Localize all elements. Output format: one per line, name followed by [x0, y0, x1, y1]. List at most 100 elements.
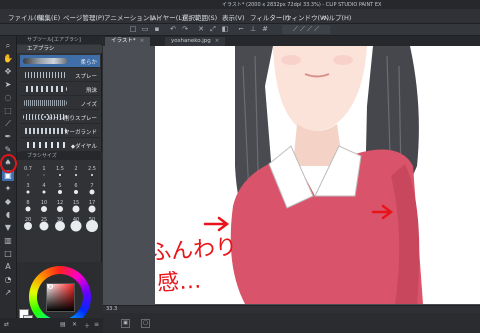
fill-bucket-icon[interactable]: ▼ [2, 222, 14, 233]
size-cell[interactable]: 8 [20, 200, 36, 217]
text-icon[interactable]: A [2, 261, 14, 272]
brush-item-tone-spray[interactable]: トーン削りスプレー [20, 111, 100, 124]
brush-name: トーン削りスプレー [47, 116, 97, 122]
size-cell[interactable]: 10 [36, 200, 52, 217]
size-cell[interactable]: 1 [36, 166, 52, 183]
size-cell[interactable]: 25 [36, 217, 52, 234]
size-cell[interactable]: 6 [68, 183, 84, 200]
clear-icon[interactable]: ✕ [196, 25, 206, 34]
size-dot [39, 221, 49, 231]
menu-edit[interactable]: 編集(E) [38, 12, 60, 22]
size-cell[interactable]: 1.5 [52, 166, 68, 183]
brush-item-soft[interactable]: 柔らか [20, 55, 100, 68]
menu-page[interactable]: ページ管理(P) [63, 12, 104, 22]
brush-name: 柔らか [80, 60, 97, 66]
open-icon[interactable]: ▭ [140, 25, 150, 34]
title-bar: イラスト* (2000 x 2832px 72dpi 33.3%) - CLIP… [0, 0, 480, 9]
menu-filter[interactable]: フィルター(I) [250, 12, 289, 22]
zoom-icon[interactable]: ⌕ [2, 40, 14, 51]
annotation-layer [203, 204, 394, 232]
select-icon[interactable]: ⬚ [2, 105, 14, 116]
size-label: 0.7 [24, 166, 32, 172]
brush-item-diamond[interactable]: ◆ダイヤル [20, 139, 100, 152]
size-cell[interactable]: 30 [52, 217, 68, 234]
swap-color-icon[interactable]: ⇄ [4, 321, 9, 328]
size-label: 7 [90, 183, 94, 189]
eyedropper-icon[interactable]: ⟋ [2, 118, 14, 129]
menu-view[interactable]: 表示(V) [222, 12, 245, 22]
size-cell[interactable]: 17 [84, 200, 100, 217]
size-cell[interactable]: 2.5 [84, 166, 100, 183]
size-dot [41, 206, 47, 212]
blend-icon[interactable]: ◖ [2, 209, 14, 220]
brush-name: マーガランド [63, 130, 97, 136]
color-picker-marker[interactable] [48, 284, 53, 289]
delete-icon[interactable]: ✕ [72, 321, 77, 328]
size-label: 2.5 [88, 166, 96, 172]
horizontal-scrollbar[interactable] [103, 305, 480, 313]
brush-preview [23, 128, 67, 134]
size-cell[interactable]: 5 [52, 183, 68, 200]
size-label: 1.5 [56, 166, 64, 172]
brush-item-marigold[interactable]: マーガランド [20, 125, 100, 138]
size-cell[interactable]: 2 [68, 166, 84, 183]
stabilizer-icon[interactable]: ⟋ ⟋ ⟋ ⟋ [282, 25, 330, 34]
menu-icon[interactable]: ≡ [94, 321, 99, 328]
subtool-group-tab[interactable]: エアブラシ [17, 45, 102, 53]
fill-icon[interactable]: ◧ [220, 25, 230, 34]
menu-selection[interactable]: 選択範囲(S) [182, 12, 217, 22]
navigator-icon[interactable]: ▣ [121, 319, 130, 328]
size-dot [59, 174, 61, 176]
operation-icon[interactable]: ➤ [2, 79, 14, 90]
annotation-fluffy-text: ふんわり [155, 234, 238, 267]
gradient-icon[interactable]: ▥ [2, 235, 14, 246]
add-icon[interactable]: ＋ [84, 321, 90, 330]
lasso-icon[interactable]: ◌ [2, 92, 14, 103]
close-icon[interactable]: × [215, 38, 220, 44]
brush-item-noise[interactable]: ノイズ [20, 97, 100, 110]
size-cell[interactable]: 12 [52, 200, 68, 217]
size-cell[interactable]: 4 [36, 183, 52, 200]
ruler-icon[interactable]: ⊥ [248, 25, 258, 34]
fit-icon[interactable]: ▢ [141, 319, 150, 328]
size-cell[interactable]: 40 [68, 217, 84, 234]
snap-icon[interactable]: ⌐ [236, 25, 246, 34]
hand-icon[interactable]: ✋ [2, 53, 14, 64]
size-cell[interactable]: 15 [68, 200, 84, 217]
menu-help[interactable]: ヘルプ(H) [322, 12, 351, 22]
annotation-feel-text: 感… [156, 268, 203, 297]
tab-yoshaneko[interactable]: yoshaneko.jpg × [165, 37, 226, 46]
size-label: 8 [26, 200, 30, 206]
transform-icon[interactable]: ⤢ [208, 25, 218, 34]
size-cell[interactable]: 7 [84, 183, 100, 200]
save-icon[interactable]: ▪ [152, 25, 162, 34]
menu-layer[interactable]: レイヤー(L) [150, 12, 185, 22]
size-dot [42, 190, 46, 194]
size-cell[interactable]: 3 [20, 183, 36, 200]
pen-icon[interactable]: ✒ [2, 131, 14, 142]
drawing-canvas[interactable]: ふんわり 感… [155, 46, 480, 304]
ruler-tool-icon[interactable]: ↗ [2, 287, 14, 298]
size-label: 4 [42, 183, 46, 189]
eraser-icon[interactable]: ◆ [2, 196, 14, 207]
decoration-icon[interactable]: ✦ [2, 183, 14, 194]
close-icon[interactable]: × [140, 38, 145, 44]
size-cell[interactable]: 20 [20, 217, 36, 234]
figure-icon[interactable]: □ [2, 248, 14, 259]
size-cell[interactable]: 50 [84, 217, 100, 234]
move-icon[interactable]: ✥ [2, 66, 14, 77]
grid-icon[interactable]: # [260, 25, 270, 34]
settings-icon[interactable]: ▤ [60, 321, 66, 328]
size-cell[interactable]: 0.7 [20, 166, 36, 183]
size-label: 2 [74, 166, 78, 172]
size-dot [27, 174, 29, 176]
brush-item-splash[interactable]: 飛沫 [20, 83, 100, 96]
tab-illustration[interactable]: イラスト* × [105, 37, 151, 46]
brush-item-spray[interactable]: スプレー [20, 69, 100, 82]
balloon-icon[interactable]: ◔ [2, 274, 14, 285]
new-icon[interactable]: □ [128, 25, 138, 34]
redo-icon[interactable]: ↷ [180, 25, 190, 34]
undo-icon[interactable]: ↶ [168, 25, 178, 34]
brush-name: ノイズ [80, 102, 97, 108]
size-dot [26, 190, 30, 194]
